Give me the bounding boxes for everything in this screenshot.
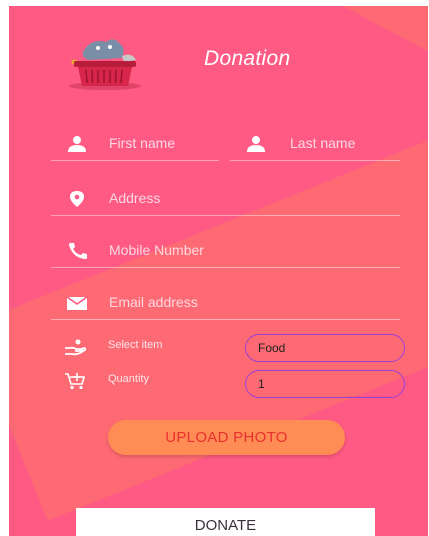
page-title: Donation [204, 47, 291, 70]
email-field[interactable]: Email address [51, 292, 400, 320]
last-name-field[interactable]: Last name [230, 133, 400, 161]
donate-button[interactable]: DONATE [76, 508, 375, 536]
hand-give-icon [65, 339, 86, 356]
select-item-label: Select item [108, 339, 163, 351]
email-placeholder: Email address [109, 294, 198, 310]
phone-icon [69, 243, 87, 259]
mobile-number-placeholder: Mobile Number [109, 242, 204, 258]
cart-add-icon [65, 373, 86, 390]
select-item-dropdown[interactable]: Food [245, 334, 405, 362]
person-icon [247, 136, 265, 152]
app-screen: Donation First name Last name Address Mo… [9, 6, 428, 536]
first-name-placeholder: First name [109, 135, 176, 151]
first-name-field[interactable]: First name [51, 133, 219, 161]
quantity-label: Quantity [108, 373, 149, 385]
upload-photo-button[interactable]: UPLOAD PHOTO [108, 420, 345, 455]
basket-logo-icon [69, 39, 141, 90]
address-field[interactable]: Address [51, 188, 400, 216]
location-pin-icon [70, 191, 84, 207]
person-icon [68, 136, 86, 152]
address-placeholder: Address [109, 190, 161, 206]
last-name-placeholder: Last name [290, 135, 356, 151]
mobile-number-field[interactable]: Mobile Number [51, 240, 400, 268]
background-corner [285, 6, 428, 70]
quantity-input[interactable]: 1 [245, 370, 405, 398]
mail-icon [66, 296, 88, 310]
